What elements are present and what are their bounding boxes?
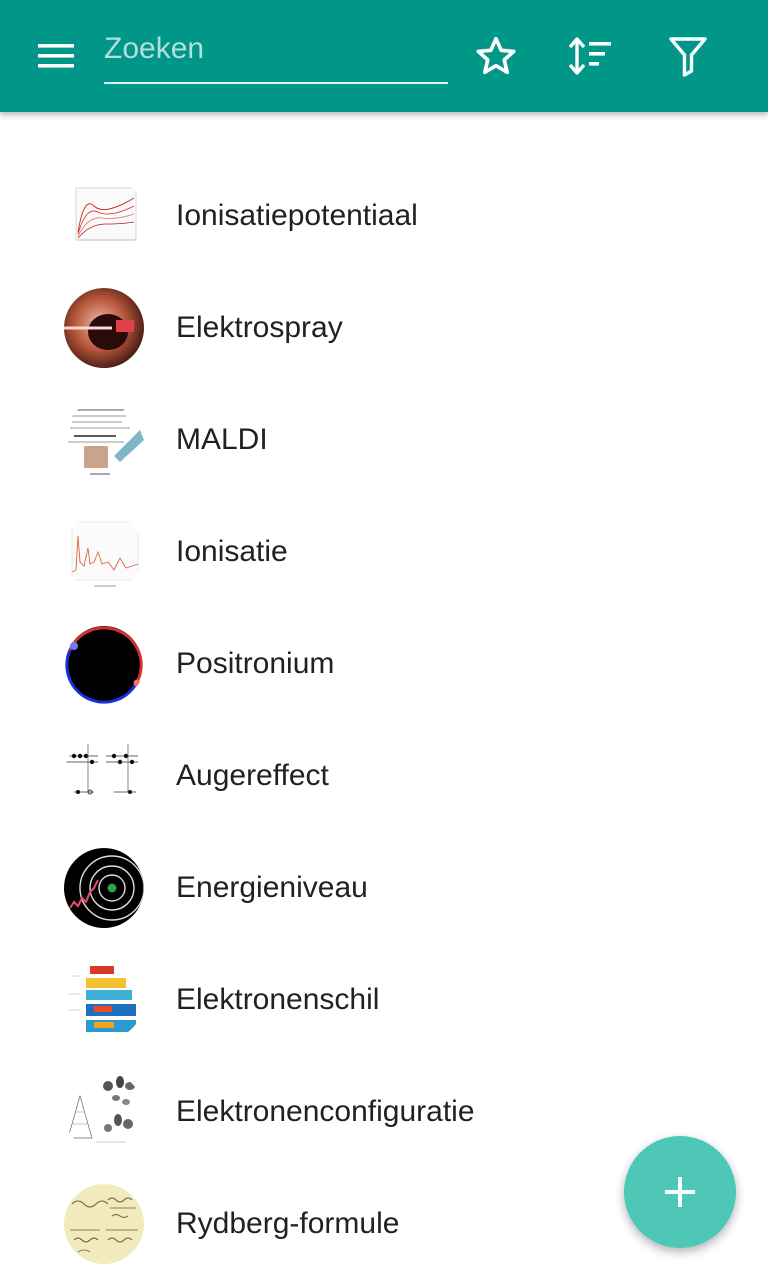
item-label: MALDI <box>176 423 268 456</box>
electron-configuration-thumbnail <box>64 1072 144 1152</box>
item-label: Positronium <box>176 647 335 680</box>
maldi-thumbnail <box>64 400 144 480</box>
item-label: Augereffect <box>176 759 329 792</box>
item-label: Ionisatiepotentiaal <box>176 199 418 232</box>
positronium-thumbnail <box>64 624 144 704</box>
sort-icon <box>568 37 611 75</box>
item-label: Rydberg-formule <box>176 1207 400 1240</box>
ionization-potential-thumbnail <box>64 176 144 256</box>
list-item[interactable]: Ionisatiepotentiaal <box>0 160 768 272</box>
plus-icon <box>665 1177 695 1207</box>
add-button[interactable] <box>624 1136 736 1248</box>
filter-button[interactable] <box>660 28 716 84</box>
energy-level-thumbnail <box>64 848 144 928</box>
menu-button[interactable] <box>24 32 88 80</box>
auger-effect-thumbnail <box>64 736 144 816</box>
list-item[interactable]: Energieniveau <box>0 832 768 944</box>
search-input[interactable] <box>104 24 448 74</box>
topic-list: Ionisatiepotentiaal Elektrospray MALDI I… <box>0 160 768 1280</box>
star-icon <box>476 36 516 75</box>
item-label: Elektrospray <box>176 311 343 344</box>
item-label: Elektronenschil <box>176 983 380 1016</box>
search-field <box>104 24 448 84</box>
item-label: Energieniveau <box>176 871 368 904</box>
rydberg-formula-thumbnail <box>64 1184 144 1264</box>
electron-shell-thumbnail <box>64 960 144 1040</box>
favorites-button[interactable] <box>468 28 524 84</box>
list-item[interactable]: Augereffect <box>0 720 768 832</box>
menu-icon <box>38 44 74 68</box>
ionization-thumbnail <box>64 512 144 592</box>
list-item[interactable]: Elektrospray <box>0 272 768 384</box>
list-item[interactable]: Positronium <box>0 608 768 720</box>
electrospray-thumbnail <box>64 288 144 368</box>
filter-icon <box>669 37 707 77</box>
list-item[interactable]: MALDI <box>0 384 768 496</box>
list-item[interactable]: Elektronenschil <box>0 944 768 1056</box>
app-bar <box>0 0 768 112</box>
list-item[interactable]: Ionisatie <box>0 496 768 608</box>
sort-button[interactable] <box>563 28 619 84</box>
item-label: Ionisatie <box>176 535 288 568</box>
item-label: Elektronenconfiguratie <box>176 1095 475 1128</box>
